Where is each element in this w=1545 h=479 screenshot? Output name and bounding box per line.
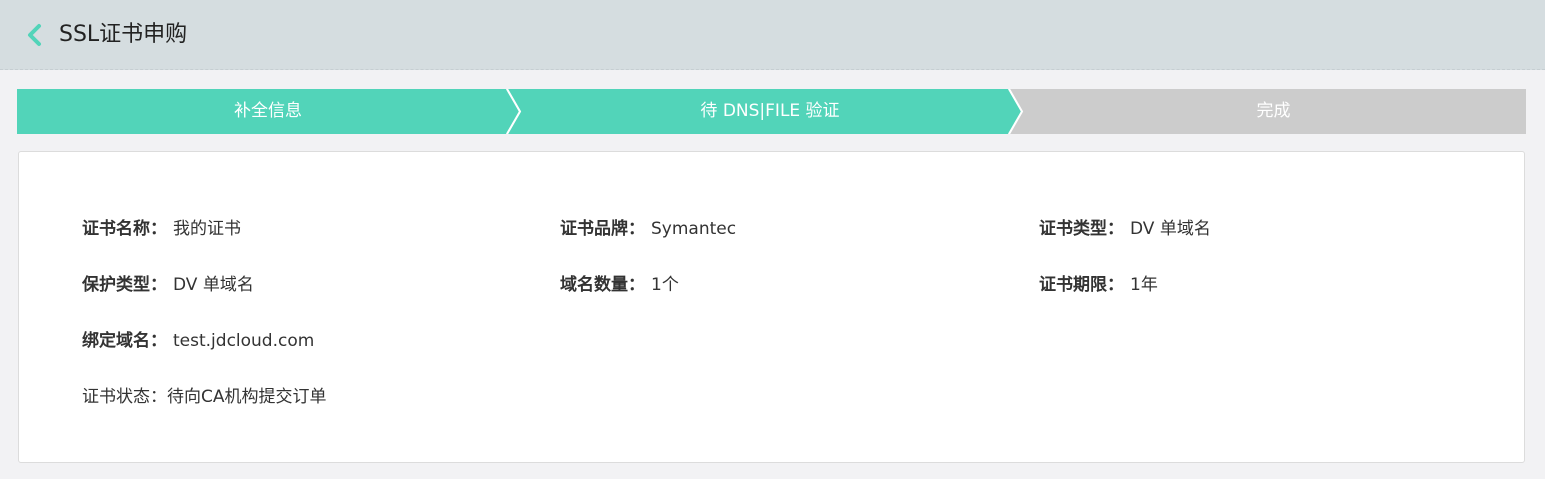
cert-period-value: 1年 xyxy=(1130,275,1158,295)
cert-period-field: 证书期限： 1年 xyxy=(1039,274,1158,296)
cert-status-value: 待向CA机构提交订单 xyxy=(167,387,327,407)
step-1-label: 补全信息 xyxy=(234,101,302,121)
bound-domain-field: 绑定域名： test.jdcloud.com xyxy=(82,330,314,352)
progress-steps: 补全信息 待 DNS|FILE 验证 完成 xyxy=(17,89,1526,134)
cert-type-field: 证书类型： DV 单域名 xyxy=(1039,218,1211,240)
cert-brand-field: 证书品牌： Symantec xyxy=(560,218,736,240)
cert-brand-value: Symantec xyxy=(651,219,737,239)
cert-name-field: 证书名称： 我的证书 xyxy=(82,218,241,240)
page-header: SSL证书申购 xyxy=(0,0,1545,70)
protect-type-label: 保护类型： xyxy=(82,275,167,295)
bound-domain-label: 绑定域名： xyxy=(82,331,167,351)
domain-count-value: 1个 xyxy=(651,275,679,295)
cert-brand-label: 证书品牌： xyxy=(560,219,645,239)
cert-status-field: 证书状态：待向CA机构提交订单 xyxy=(82,386,327,408)
chevron-left-icon[interactable] xyxy=(24,23,46,47)
protect-type-field: 保护类型： DV 单域名 xyxy=(82,274,254,296)
cert-detail-card: 证书名称： 我的证书 证书品牌： Symantec 证书类型： DV 单域名 保护类型… xyxy=(18,151,1525,463)
cert-name-label: 证书名称： xyxy=(82,219,167,239)
cert-type-value: DV 单域名 xyxy=(1130,219,1211,239)
domain-count-field: 域名数量： 1个 xyxy=(560,274,679,296)
domain-count-label: 域名数量： xyxy=(560,275,645,295)
step-3-label: 完成 xyxy=(1256,101,1291,121)
protect-type-value: DV 单域名 xyxy=(173,275,254,295)
cert-type-label: 证书类型： xyxy=(1039,219,1124,239)
step-2-label: 待 DNS|FILE 验证 xyxy=(700,101,840,121)
page-title: SSL证书申购 xyxy=(59,22,188,47)
cert-period-label: 证书期限： xyxy=(1039,275,1124,295)
bound-domain-value: test.jdcloud.com xyxy=(173,331,315,351)
cert-status-label: 证书状态： xyxy=(82,387,167,407)
cert-name-value: 我的证书 xyxy=(173,219,241,239)
